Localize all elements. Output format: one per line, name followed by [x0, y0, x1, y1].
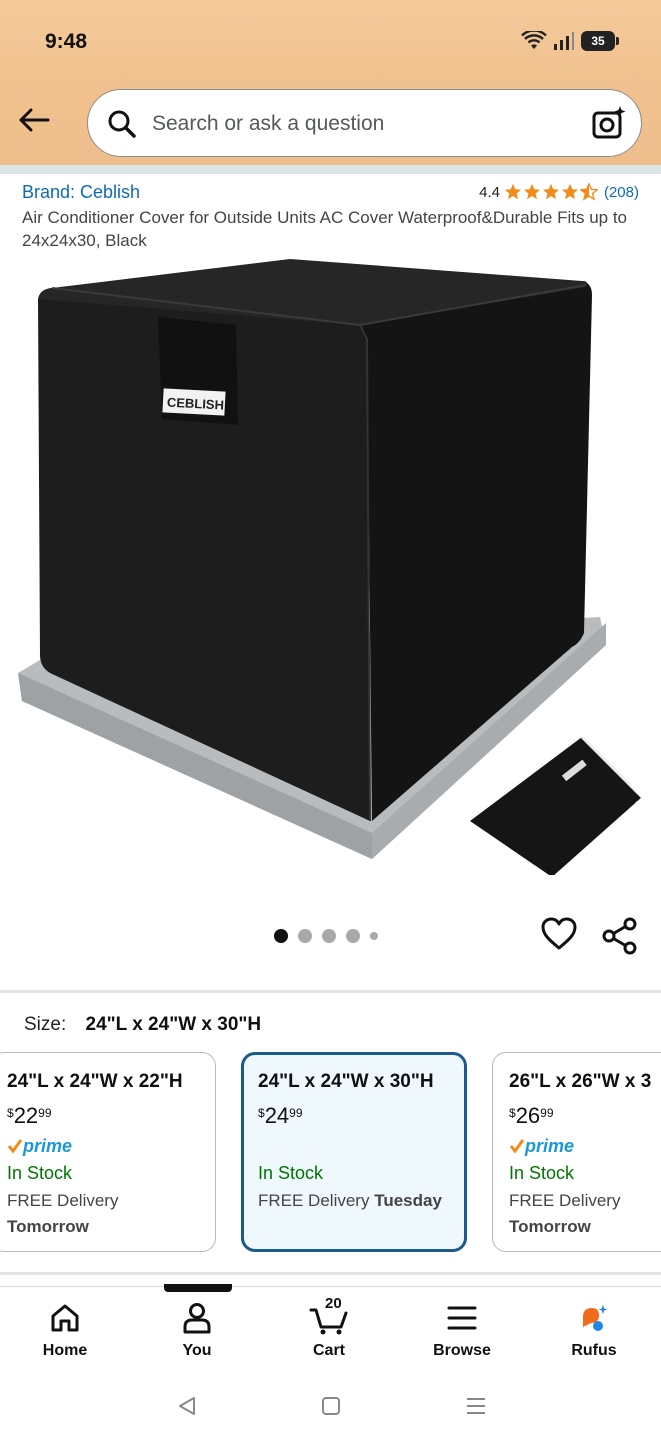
search-bar[interactable] [87, 89, 642, 157]
section-divider [0, 1272, 661, 1275]
wifi-icon [521, 31, 547, 49]
star-rating [504, 183, 598, 201]
size-option-title: 24"L x 24"W x 30"H [258, 1071, 434, 1092]
brand-link[interactable]: Brand: Ceblish [22, 182, 140, 203]
search-icon [108, 110, 136, 138]
review-count: (208) [603, 183, 639, 201]
nav-cart-label: Cart [312, 1342, 345, 1359]
back-button[interactable] [14, 100, 54, 140]
size-option-card[interactable]: 26"L x 26"W x 3 $26 99 prime In Stock FRE… [492, 1052, 661, 1252]
system-recents-icon[interactable] [465, 1395, 487, 1417]
prime-badge: prime [7, 1135, 199, 1157]
battery-icon: 35 [581, 31, 619, 51]
prime-badge: prime [509, 1135, 661, 1157]
nav-browse[interactable]: Browse [412, 1300, 512, 1360]
carousel-dot[interactable] [322, 929, 336, 943]
logo-text: CEBLISH [167, 395, 225, 413]
status-time: 9:48 [45, 30, 88, 53]
star-icon [523, 183, 541, 200]
nav-rufus[interactable]: Rufus [544, 1300, 644, 1360]
nav-home[interactable]: Home [15, 1300, 115, 1360]
carousel-dot[interactable] [298, 929, 312, 943]
size-label: Size: [24, 1014, 67, 1035]
delivery-info: FREE Delivery Tomorrow [7, 1191, 119, 1236]
section-divider [0, 990, 661, 993]
carousel-dot[interactable] [274, 929, 288, 943]
nav-rufus-label: Rufus [571, 1342, 617, 1359]
nav-cart[interactable]: 20 Cart [279, 1295, 379, 1360]
nav-browse-label: Browse [433, 1342, 491, 1359]
rating-summary[interactable]: 4.4 (208) [479, 183, 639, 201]
stock-status: In Stock [258, 1163, 324, 1183]
status-icons: 35 [521, 31, 619, 51]
half-star-icon [579, 183, 598, 201]
cart-count-badge: 20 [325, 1295, 342, 1312]
system-home-icon[interactable] [321, 1395, 341, 1417]
size-option-title: 24"L x 24"W x 22"H [7, 1071, 183, 1092]
size-option-price: $26 99 [509, 1103, 554, 1128]
star-icon [542, 183, 560, 200]
image-carousel-dots[interactable] [274, 929, 378, 943]
size-option-title: 26"L x 26"W x 3 [509, 1071, 652, 1092]
prime-check-icon [509, 1139, 525, 1154]
camera-search-icon[interactable] [591, 105, 627, 141]
carousel-dot[interactable] [346, 929, 360, 943]
product-title: Air Conditioner Cover for Outside Units … [22, 208, 628, 250]
nav-home-label: Home [42, 1342, 88, 1359]
rufus-icon [583, 1305, 608, 1331]
active-tab-indicator [164, 1284, 232, 1292]
arrow-left-icon [19, 108, 50, 132]
size-selector-header: Size: 24"L x 24"W x 30"H [24, 1014, 261, 1036]
stock-status: In Stock [509, 1163, 575, 1183]
share-icon[interactable] [602, 917, 638, 955]
delivery-info: FREE Delivery Tomorrow [509, 1191, 621, 1236]
nav-you-label: You [182, 1342, 212, 1359]
star-icon [561, 183, 579, 200]
menu-icon [447, 1306, 477, 1330]
header-divider [0, 165, 661, 174]
size-option-price: $22 99 [7, 1103, 52, 1128]
prime-badge-empty [258, 1135, 450, 1157]
user-icon [183, 1303, 211, 1334]
app-header: 9:48 35 [0, 0, 661, 165]
star-icon [504, 183, 522, 200]
system-back-icon[interactable] [176, 1395, 198, 1417]
size-option-card-selected[interactable]: 24"L x 24"W x 30"H $24 99 In Stock FREE D… [241, 1052, 467, 1252]
stock-status: In Stock [7, 1163, 73, 1183]
rating-value: 4.4 [479, 183, 500, 201]
delivery-info: FREE Delivery Tuesday [258, 1191, 442, 1210]
prime-check-icon [7, 1139, 23, 1154]
wishlist-heart-icon[interactable] [540, 915, 578, 953]
home-icon [51, 1304, 79, 1332]
nav-you[interactable]: You [147, 1300, 247, 1360]
search-input[interactable] [152, 104, 572, 144]
selected-size: 24"L x 24"W x 30"H [85, 1014, 262, 1035]
carousel-dot[interactable] [370, 932, 378, 940]
size-option-card[interactable]: 24"L x 24"W x 22"H $22 99 prime In Stock … [0, 1052, 216, 1252]
product-image[interactable]: CEBLISH [0, 255, 661, 875]
size-option-price: $24 99 [258, 1103, 303, 1128]
signal-icon [554, 32, 574, 50]
